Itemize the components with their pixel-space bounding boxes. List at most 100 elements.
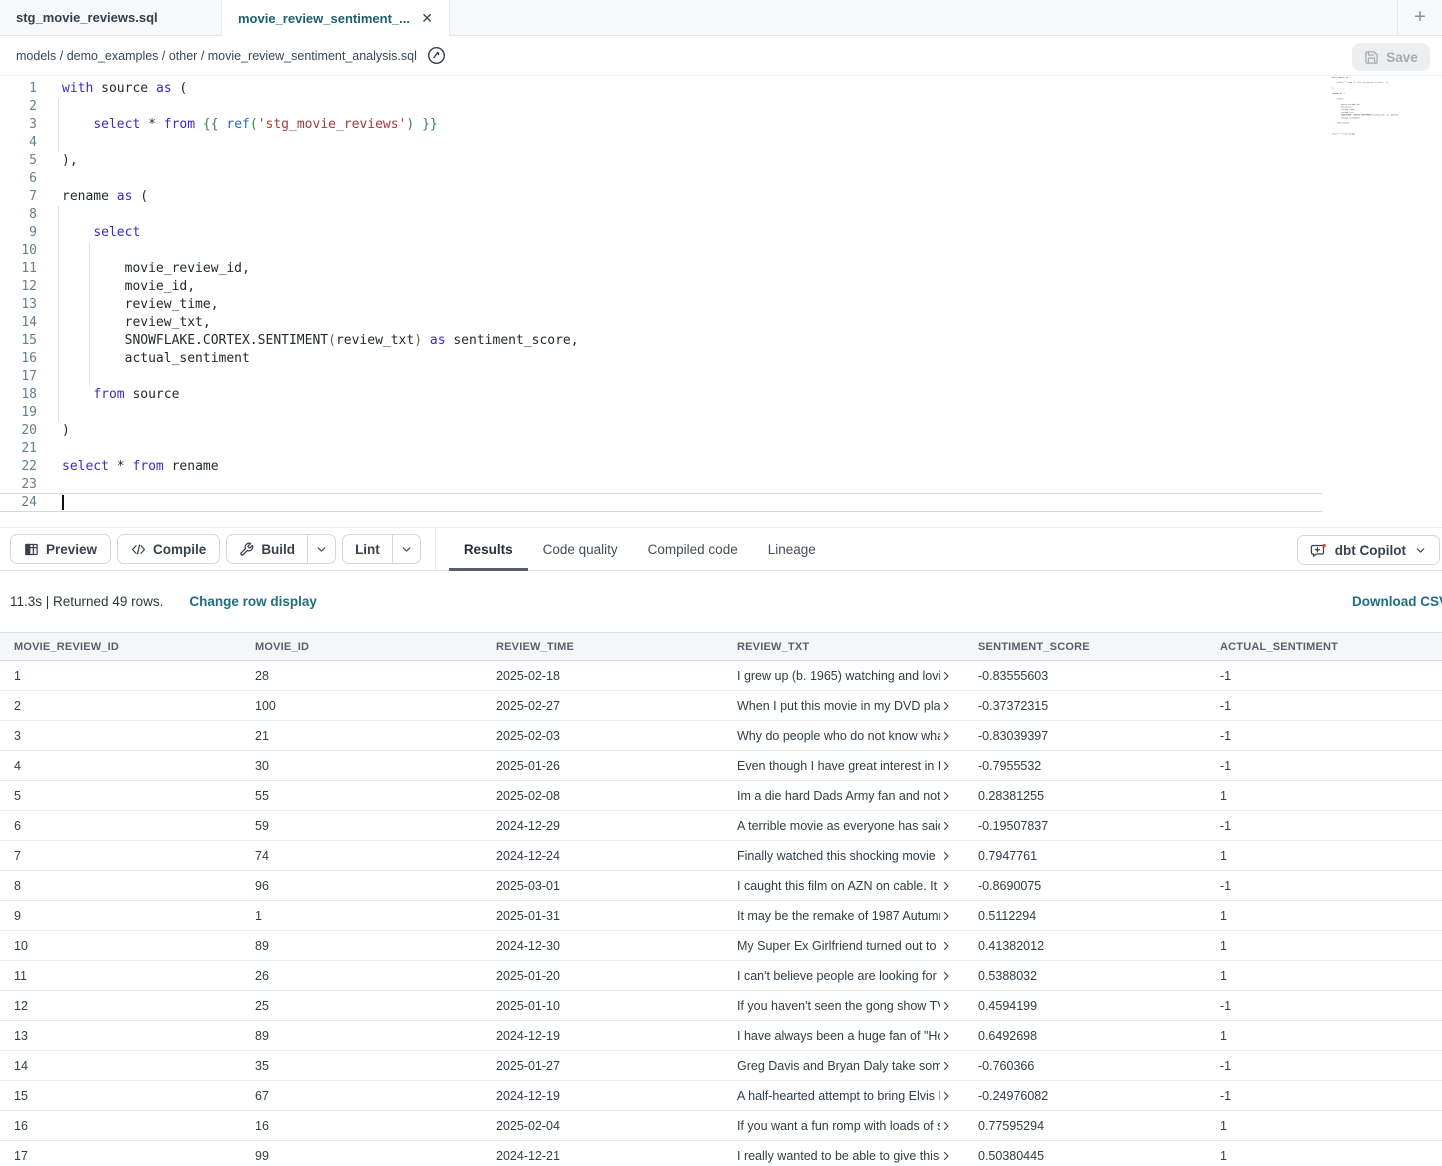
cell-movie_review_id: 7 [0, 849, 241, 863]
cell-movie_review_id: 6 [0, 819, 241, 833]
cell-sentiment_score: -0.19507837 [964, 819, 1206, 833]
expand-cell-chevron-icon[interactable] [940, 910, 952, 922]
line-number: 20 [0, 422, 37, 440]
new-tab-button[interactable]: + [1397, 0, 1442, 35]
code-line[interactable]: 21 [0, 440, 1442, 458]
line-number: 6 [0, 170, 37, 188]
line-number: 19 [0, 404, 37, 422]
build-label: Build [261, 542, 295, 557]
cell-sentiment_score: -0.7955532 [964, 759, 1206, 773]
expand-cell-chevron-icon[interactable] [940, 1120, 952, 1132]
cell-movie_id: 16 [241, 1119, 482, 1133]
code-line[interactable]: 3 select * from {{ ref('stg_movie_review… [0, 116, 1442, 134]
code-line[interactable]: 8 [0, 206, 1442, 224]
table-grid-icon [24, 542, 39, 557]
file-tab-bar: stg_movie_reviews.sql movie_review_senti… [0, 0, 1442, 36]
cell-review_txt: I can't believe people are looking for a… [723, 969, 964, 983]
expand-cell-chevron-icon[interactable] [940, 790, 952, 802]
review-text: If you haven't seen the gong show TV s… [737, 999, 940, 1013]
expand-cell-chevron-icon[interactable] [940, 730, 952, 742]
tab-results[interactable]: Results [449, 527, 528, 571]
code-editor[interactable]: 1with source as (23 select * from {{ ref… [0, 76, 1442, 527]
file-tab-stg-movie-reviews[interactable]: stg_movie_reviews.sql [0, 0, 222, 35]
dbt-copilot-button[interactable]: dbt Copilot [1297, 535, 1440, 565]
expand-cell-chevron-icon[interactable] [940, 1030, 952, 1042]
code-line[interactable]: 16 actual_sentiment [0, 350, 1442, 368]
tab-lineage[interactable]: Lineage [753, 527, 831, 571]
expand-cell-chevron-icon[interactable] [940, 970, 952, 982]
editor-toolbar: Preview Compile Build Lint [0, 527, 1442, 571]
code-line[interactable]: 12 movie_id, [0, 278, 1442, 296]
code-line[interactable]: 9 select [0, 224, 1442, 242]
code-line[interactable]: 1with source as ( [0, 80, 1442, 98]
tab-code-quality[interactable]: Code quality [528, 527, 633, 571]
wrench-icon [239, 542, 254, 557]
expand-cell-chevron-icon[interactable] [940, 820, 952, 832]
expand-cell-chevron-icon[interactable] [940, 1060, 952, 1072]
expand-cell-chevron-icon[interactable] [940, 850, 952, 862]
expand-cell-chevron-icon[interactable] [940, 1150, 952, 1162]
review-text: Even though I have great interest in Bi… [737, 759, 940, 773]
code-line[interactable]: 22select * from rename [0, 458, 1442, 476]
tab-bar-spacer [450, 0, 1397, 35]
code-line[interactable]: 5), [0, 152, 1442, 170]
code-line[interactable]: 4 [0, 134, 1442, 152]
copilot-label: dbt Copilot [1335, 543, 1406, 558]
review-text: It may be the remake of 1987 Autumn'… [737, 909, 940, 923]
column-header-movie_review_id: MOVIE_REVIEW_ID [0, 641, 241, 653]
build-button[interactable]: Build [227, 535, 307, 563]
review-text: When I put this movie in my DVD playe… [737, 699, 940, 713]
expand-cell-chevron-icon[interactable] [940, 940, 952, 952]
expand-cell-chevron-icon[interactable] [940, 1090, 952, 1102]
breadcrumb: models / demo_examples / other / movie_r… [16, 49, 417, 63]
line-number: 7 [0, 188, 37, 206]
expand-cell-chevron-icon[interactable] [940, 1000, 952, 1012]
code-line[interactable]: 17 [0, 368, 1442, 386]
compile-button[interactable]: Compile [117, 534, 220, 564]
code-line[interactable]: 15 SNOWFLAKE.CORTEX.SENTIMENT(review_txt… [0, 332, 1442, 350]
change-row-display-link[interactable]: Change row display [189, 594, 317, 609]
code-line[interactable]: 23 [0, 476, 1442, 494]
code-text: with source as ( [37, 80, 187, 98]
line-number: 14 [0, 314, 37, 332]
expand-cell-chevron-icon[interactable] [940, 880, 952, 892]
close-icon[interactable]: ✕ [421, 10, 433, 27]
cell-actual_sentiment: -1 [1206, 669, 1442, 683]
code-line[interactable]: 6 [0, 170, 1442, 188]
code-line[interactable]: 10 [0, 242, 1442, 260]
tab-compiled-code[interactable]: Compiled code [633, 527, 753, 571]
code-line[interactable]: select * from {{ ref('stg_movie_reviews'… [1328, 81, 1398, 84]
code-line[interactable]: 11 movie_review_id, [0, 260, 1442, 278]
cell-sentiment_score: 0.28381255 [964, 789, 1206, 803]
build-dropdown-button[interactable] [307, 535, 335, 563]
cell-sentiment_score: 0.4594199 [964, 999, 1206, 1013]
code-line[interactable]: 19 [0, 404, 1442, 422]
code-line[interactable]: 2 [0, 98, 1442, 116]
minimap[interactable]: with source as ( select * from {{ ref('s… [1328, 76, 1398, 146]
cell-review_time: 2024-12-30 [482, 939, 723, 953]
review-text: I have always been a huge fan of "Hom… [737, 1029, 940, 1043]
active-line-highlight [0, 493, 1322, 512]
download-csv-link[interactable]: Download CSV [1352, 594, 1442, 609]
lint-split-button: Lint [342, 534, 421, 564]
table-row: 4302025-01-26Even though I have great in… [0, 751, 1442, 781]
code-line[interactable]: 13 review_time, [0, 296, 1442, 314]
code-line[interactable] [1328, 138, 1398, 141]
expand-cell-chevron-icon[interactable] [940, 700, 952, 712]
code-line[interactable]: 18 from source [0, 386, 1442, 404]
preview-label: Preview [46, 542, 97, 557]
code-line[interactable]: 7rename as ( [0, 188, 1442, 206]
lint-button[interactable]: Lint [343, 535, 392, 563]
cell-actual_sentiment: -1 [1206, 1089, 1442, 1103]
file-tab-movie-review-sentiment[interactable]: movie_review_sentiment_... ✕ [222, 0, 450, 36]
expand-cell-chevron-icon[interactable] [940, 760, 952, 772]
lint-dropdown-button[interactable] [392, 535, 420, 563]
copilot-circle-icon[interactable] [427, 46, 446, 65]
code-line[interactable]: 20) [0, 422, 1442, 440]
save-button[interactable]: Save [1352, 43, 1430, 71]
column-header-movie_id: MOVIE_ID [241, 641, 482, 653]
expand-cell-chevron-icon[interactable] [940, 670, 952, 682]
code-line[interactable]: 14 review_txt, [0, 314, 1442, 332]
preview-button[interactable]: Preview [10, 534, 111, 564]
cell-review_txt: Im a die hard Dads Army fan and nothi… [723, 789, 964, 803]
